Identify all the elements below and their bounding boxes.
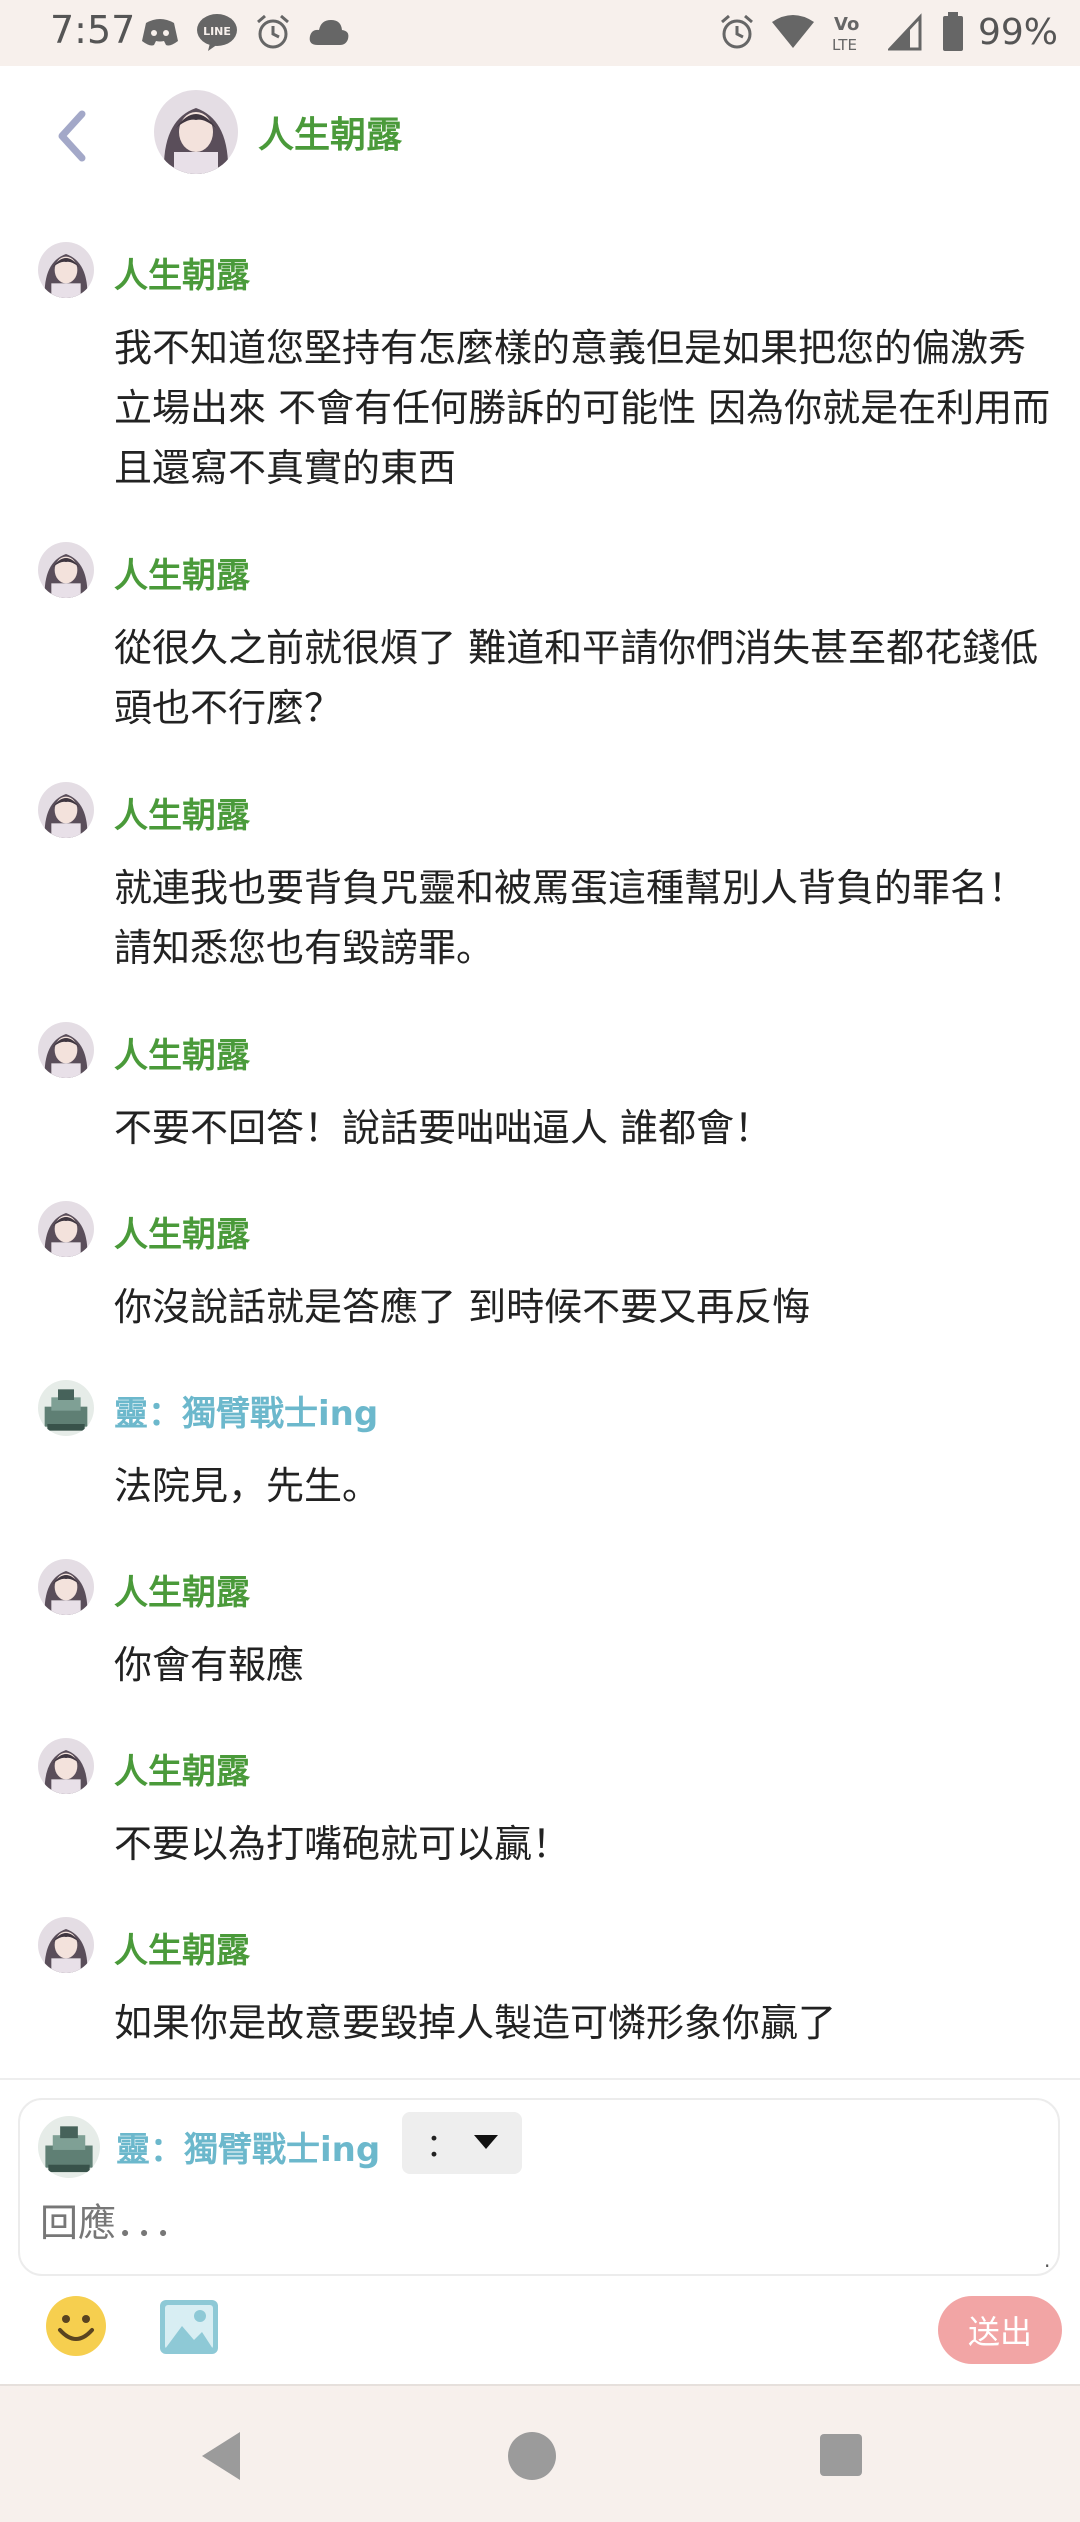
caret-down-icon (474, 2135, 498, 2149)
message-author[interactable]: 靈：獨臂戰士ing (114, 1386, 378, 1435)
message-avatar[interactable] (38, 1738, 94, 1794)
resize-handle-icon[interactable]: . (1044, 2250, 1052, 2270)
system-nav-bar (0, 2384, 1080, 2522)
message-text: 你會有報應 (114, 1643, 305, 1687)
chat-title: 人生朝露 (258, 115, 403, 156)
message-author[interactable]: 人生朝露 (114, 1207, 250, 1256)
pixel-warrior-avatar (38, 1380, 94, 1436)
message-author[interactable]: 人生朝露 (114, 1923, 250, 1972)
anime-girl-avatar (38, 242, 94, 298)
alarm-icon (257, 14, 289, 49)
message-author[interactable]: 人生朝露 (114, 788, 250, 837)
svg-text:LINE: LINE (203, 25, 231, 38)
message-author[interactable]: 人生朝露 (114, 1028, 250, 1077)
svg-text:Vo: Vo (834, 14, 859, 35)
send-button[interactable]: 送出 (938, 2296, 1062, 2364)
nav-home-button[interactable] (506, 2430, 558, 2482)
anime-girl-avatar (38, 1022, 94, 1078)
message-text: 法院見，先生。 (114, 1464, 381, 1508)
square-recents-icon (820, 2434, 862, 2476)
anime-girl-avatar (38, 1917, 94, 1973)
wifi-icon (771, 15, 814, 48)
message-text: 不要不回答！說話要咄咄逼人 誰都會！ (114, 1106, 773, 1150)
composer-identity-name: 靈：獨臂戰士ing (116, 2130, 381, 2170)
status-bar: 7:57 LINE Vo LTE 99% (0, 0, 1080, 66)
message-text: 就連我也要背負咒靈和被罵蛋這種幫別人背負的罪名！請知悉您也有毀謗罪。 (114, 866, 1027, 970)
signal-icon (887, 13, 922, 51)
message-author[interactable]: 人生朝露 (114, 1744, 250, 1793)
message-author[interactable]: 人生朝露 (114, 248, 250, 297)
circle-home-icon (508, 2432, 556, 2480)
message-text: 我不知道您堅持有怎麼樣的意義但是如果把您的偏激秀立場出來 不會有任何勝訴的可能性… (114, 326, 1051, 490)
status-icons-right: Vo LTE 99% (718, 6, 1058, 58)
chat-header: 人生朝露 (0, 66, 1080, 206)
chevron-left-icon (58, 110, 86, 162)
discord-icon (142, 19, 178, 46)
message-avatar[interactable] (38, 1917, 94, 1973)
anime-girl-avatar (38, 782, 94, 838)
header-avatar[interactable] (154, 90, 238, 174)
dropdown-label: ： (425, 2126, 458, 2164)
message-avatar[interactable] (38, 1380, 94, 1436)
message-text: 從很久之前就很煩了 難道和平請你們消失甚至都花錢低頭也不行麼？ (114, 626, 1039, 730)
cloud-icon (309, 20, 349, 45)
message-text: 如果你是故意要毀掉人製造可憐形象你贏了 (114, 2001, 837, 2045)
message-avatar[interactable] (38, 1559, 94, 1615)
pixel-warrior-avatar (38, 2116, 100, 2178)
volte-icon: Vo LTE (832, 14, 859, 54)
message-author[interactable]: 人生朝露 (114, 548, 250, 597)
triangle-back-icon (202, 2432, 240, 2480)
alarm-icon (721, 14, 753, 49)
back-button[interactable] (48, 106, 98, 166)
message-author[interactable]: 人生朝露 (114, 1565, 250, 1614)
anime-girl-avatar (38, 1201, 94, 1257)
anime-girl-avatar (154, 90, 238, 174)
reply-input[interactable] (38, 2190, 1022, 2256)
svg-text:LTE: LTE (832, 36, 857, 54)
reply-composer: 靈：獨臂戰士ing ： . (18, 2098, 1060, 2276)
message-thread[interactable]: 人生朝露 我不知道您堅持有怎麼樣的意義但是如果把您的偏激秀立場出來 不會有任何勝… (0, 206, 1080, 2076)
composer-divider (0, 2078, 1080, 2080)
message-text: 不要以為打嘴砲就可以贏！ (114, 1822, 571, 1866)
battery-icon (942, 12, 963, 51)
anime-girl-avatar (38, 542, 94, 598)
message-text: 你沒說話就是答應了 到時候不要又再反悔 (114, 1285, 811, 1329)
emoji-button[interactable] (44, 2294, 108, 2358)
battery-percentage: 99% (977, 11, 1058, 53)
message-avatar[interactable] (38, 1022, 94, 1078)
status-time: 7:57 (50, 8, 136, 52)
nav-back-button[interactable] (196, 2428, 246, 2484)
identity-dropdown[interactable]: ： (402, 2112, 522, 2174)
message-avatar[interactable] (38, 1201, 94, 1257)
nav-recents-button[interactable] (818, 2432, 864, 2478)
line-icon: LINE (197, 14, 237, 51)
anime-girl-avatar (38, 1738, 94, 1794)
composer-avatar (38, 2116, 100, 2178)
anime-girl-avatar (38, 1559, 94, 1615)
message-avatar[interactable] (38, 782, 94, 838)
message-avatar[interactable] (38, 542, 94, 598)
image-upload-button[interactable] (158, 2296, 220, 2358)
status-icons-left: LINE (140, 10, 350, 54)
message-avatar[interactable] (38, 242, 94, 298)
